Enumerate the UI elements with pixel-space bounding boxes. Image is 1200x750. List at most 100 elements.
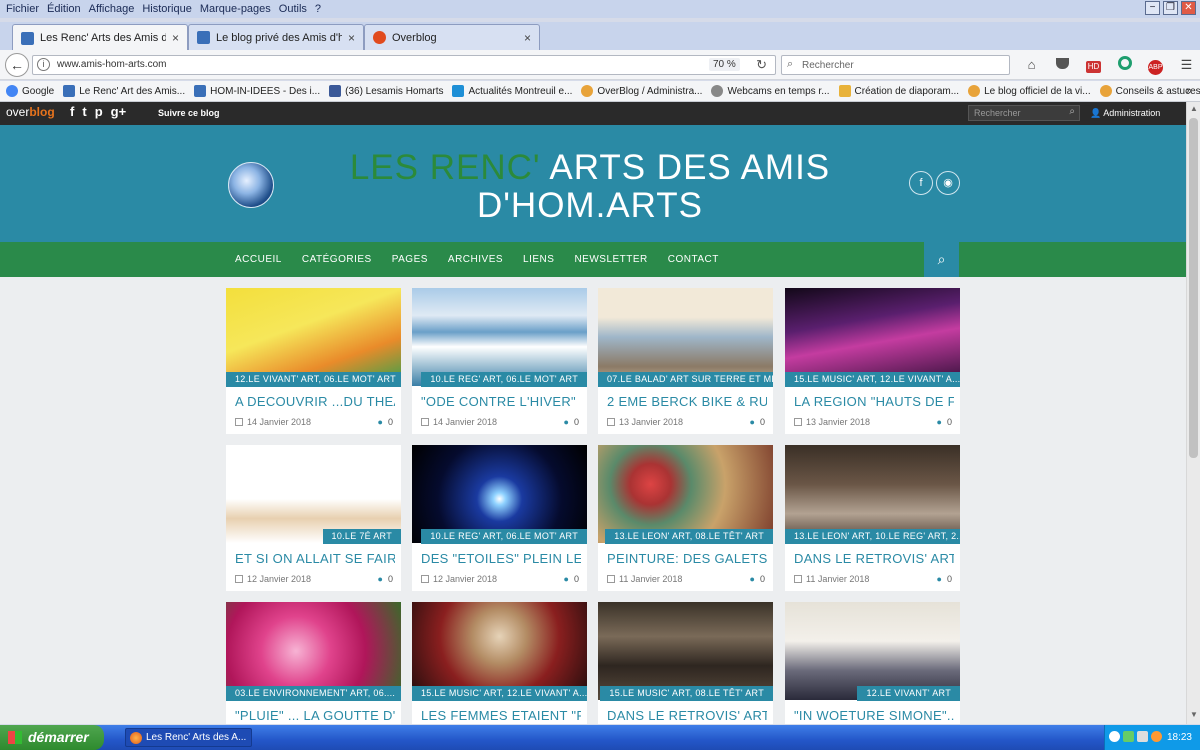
post-title[interactable]: "PLUIE" ... LA GOUTTE D'EA...: [235, 708, 395, 723]
post-title[interactable]: "ODE CONTRE L'HIVER" ...Q...: [421, 394, 581, 409]
post-card[interactable]: 12.LE VIVANT' ART, 06.LE MOT' ART A DECOU…: [226, 288, 401, 434]
post-card[interactable]: 13.LE LEON' ART, 08.LE TÊT' ART PEINTURE:…: [598, 445, 773, 591]
page-scrollbar[interactable]: ▲ ▼: [1186, 102, 1200, 724]
taskbar-firefox-item[interactable]: Les Renc' Arts des A...: [125, 728, 252, 747]
post-category-badge[interactable]: 07.LE BALAD' ART SUR TERRE ET MER: [598, 372, 773, 387]
post-card[interactable]: 12.LE VIVANT' ART "IN WOETURE SIMONE"...C…: [785, 602, 960, 724]
bookmark-facebook[interactable]: (36) Lesamis Homarts: [329, 85, 443, 97]
post-title[interactable]: "IN WOETURE SIMONE"...C'...: [794, 708, 954, 723]
post-category-badge[interactable]: 10.LE 7É ART: [322, 529, 401, 544]
comments-link[interactable]: ● 0: [378, 574, 393, 584]
bookmark-google[interactable]: Google: [6, 85, 54, 97]
nav-contact[interactable]: CONTACT: [668, 254, 719, 265]
minimize-button[interactable]: −: [1145, 1, 1160, 15]
restore-button[interactable]: ❐: [1163, 1, 1178, 15]
scroll-up-icon[interactable]: ▲: [1188, 104, 1200, 116]
post-card[interactable]: 10.LE 7É ART ET SI ON ALLAIT SE FAIRE ...…: [226, 445, 401, 591]
scrollbar-thumb[interactable]: [1189, 118, 1198, 458]
browser-search-input[interactable]: ⌕ Rechercher: [781, 55, 1010, 75]
volume-icon[interactable]: [1137, 731, 1148, 742]
home-icon[interactable]: ⌂: [1016, 56, 1047, 74]
bookmark-renc-art[interactable]: Le Renc' Art des Amis...: [63, 85, 185, 97]
menu-edition[interactable]: Édition: [47, 3, 81, 15]
menu-help[interactable]: ?: [315, 3, 321, 15]
close-tab-icon[interactable]: ×: [524, 31, 531, 45]
post-title[interactable]: DES "ETOILES" PLEIN LES YE...: [421, 551, 581, 566]
post-title[interactable]: 2 EME BERCK BIKE & RUN....: [607, 394, 767, 409]
nav-archives[interactable]: ARCHIVES: [448, 254, 503, 265]
comments-link[interactable]: ● 0: [750, 574, 765, 584]
post-category-badge[interactable]: 13.LE LEON' ART, 10.LE REG' ART, 2...: [785, 529, 960, 544]
shield-icon[interactable]: [1109, 56, 1140, 74]
nav-liens[interactable]: LIENS: [523, 254, 554, 265]
administration-link[interactable]: 👤 Administration: [1090, 108, 1160, 119]
post-card[interactable]: 10.LE REG' ART, 06.LE MOT' ART "ODE CONTR…: [412, 288, 587, 434]
post-category-badge[interactable]: 10.LE REG' ART, 06.LE MOT' ART: [421, 529, 587, 544]
scroll-down-icon[interactable]: ▼: [1188, 710, 1200, 722]
bookmark-blog-officiel[interactable]: Le blog officiel de la vi...: [968, 85, 1091, 97]
menu-affichage[interactable]: Affichage: [89, 3, 135, 15]
post-category-badge[interactable]: 12.LE VIVANT' ART: [857, 686, 960, 701]
tab-blog-prive[interactable]: Le blog privé des Amis d'hom... ×: [188, 24, 364, 50]
close-tab-icon[interactable]: ×: [348, 31, 355, 45]
post-title[interactable]: LES FEMMES ETAIENT "FOLI...: [421, 708, 581, 723]
menu-icon[interactable]: ☰: [1171, 56, 1200, 74]
bookmark-diaporama[interactable]: Création de diaporam...: [838, 85, 959, 97]
post-category-badge[interactable]: 15.LE MUSIC' ART, 12.LE VIVANT' A...: [785, 372, 960, 387]
pocket-icon[interactable]: [1047, 56, 1078, 74]
facebook-icon[interactable]: f: [909, 171, 933, 195]
rss-icon[interactable]: ◉: [936, 171, 960, 195]
bookmark-webcams[interactable]: Webcams en temps r...: [711, 85, 830, 97]
google-plus-icon[interactable]: g+: [111, 104, 127, 119]
post-category-badge[interactable]: 15.LE MUSIC' ART, 12.LE VIVANT' A...: [412, 686, 587, 701]
bookmark-actualites[interactable]: Actualités Montreuil e...: [452, 85, 572, 97]
tab-overblog[interactable]: Overblog ×: [364, 24, 540, 50]
overblog-search-input[interactable]: Rechercher ⌕: [968, 105, 1080, 121]
post-card[interactable]: 15.LE MUSIC' ART, 12.LE VIVANT' A... LA R…: [785, 288, 960, 434]
post-card[interactable]: 13.LE LEON' ART, 10.LE REG' ART, 2... DAN…: [785, 445, 960, 591]
post-category-badge[interactable]: 03.LE ENVIRONNEMENT' ART, 06....: [226, 686, 401, 701]
post-title[interactable]: DANS LE RETROVIS' ART D...: [794, 551, 954, 566]
bookmark-hom-in-idees[interactable]: HOM-IN-IDEES - Des i...: [194, 85, 320, 97]
post-category-badge[interactable]: 12.LE VIVANT' ART, 06.LE MOT' ART: [226, 372, 401, 387]
comments-link[interactable]: ● 0: [564, 417, 579, 427]
nav-pages[interactable]: PAGES: [392, 254, 428, 265]
url-text[interactable]: www.amis-hom-arts.com: [57, 59, 166, 70]
hd-icon[interactable]: HD: [1078, 56, 1109, 74]
network-icon[interactable]: [1123, 731, 1134, 742]
post-card[interactable]: 07.LE BALAD' ART SUR TERRE ET MER 2 EME B…: [598, 288, 773, 434]
post-card[interactable]: 15.LE MUSIC' ART, 08.LE TÊT' ART DANS LE …: [598, 602, 773, 724]
nav-newsletter[interactable]: NEWSLETTER: [574, 254, 647, 265]
nav-accueil[interactable]: ACCUEIL: [235, 254, 282, 265]
post-category-badge[interactable]: 10.LE REG' ART, 06.LE MOT' ART: [421, 372, 587, 387]
comments-link[interactable]: ● 0: [937, 417, 952, 427]
bookmarks-overflow-icon[interactable]: »: [1186, 85, 1192, 97]
info-icon[interactable]: i: [37, 58, 50, 71]
menu-outils[interactable]: Outils: [279, 3, 307, 15]
post-card[interactable]: 10.LE REG' ART, 06.LE MOT' ART DES "ETOIL…: [412, 445, 587, 591]
site-logo[interactable]: [228, 162, 274, 208]
overblog-logo[interactable]: overblog: [6, 105, 55, 119]
post-title[interactable]: ET SI ON ALLAIT SE FAIRE ...: [235, 551, 395, 566]
comments-link[interactable]: ● 0: [750, 417, 765, 427]
search-icon[interactable]: ⌕: [924, 242, 959, 277]
comments-link[interactable]: ● 0: [378, 417, 393, 427]
facebook-icon[interactable]: f: [70, 104, 74, 119]
post-category-badge[interactable]: 13.LE LEON' ART, 08.LE TÊT' ART: [605, 529, 773, 544]
back-button[interactable]: ←: [5, 53, 29, 77]
follow-blog-link[interactable]: Suivre ce blog: [158, 108, 220, 118]
start-button[interactable]: démarrer: [0, 725, 104, 750]
zoom-level[interactable]: 70 %: [709, 58, 740, 71]
help-icon[interactable]: [1109, 731, 1120, 742]
close-window-button[interactable]: ✕: [1181, 1, 1196, 15]
post-category-badge[interactable]: 15.LE MUSIC' ART, 08.LE TÊT' ART: [600, 686, 773, 701]
comments-link[interactable]: ● 0: [937, 574, 952, 584]
pinterest-icon[interactable]: p: [95, 104, 103, 119]
reload-icon[interactable]: ↻: [756, 57, 767, 73]
nav-categories[interactable]: CATÉGORIES: [302, 254, 372, 265]
menu-fichier[interactable]: Fichier: [6, 3, 39, 15]
post-card[interactable]: 03.LE ENVIRONNEMENT' ART, 06.... "PLUIE" …: [226, 602, 401, 724]
close-tab-icon[interactable]: ×: [172, 31, 179, 45]
post-card[interactable]: 15.LE MUSIC' ART, 12.LE VIVANT' A... LES …: [412, 602, 587, 724]
url-bar[interactable]: i www.amis-hom-arts.com 70 % ↻: [32, 55, 776, 75]
